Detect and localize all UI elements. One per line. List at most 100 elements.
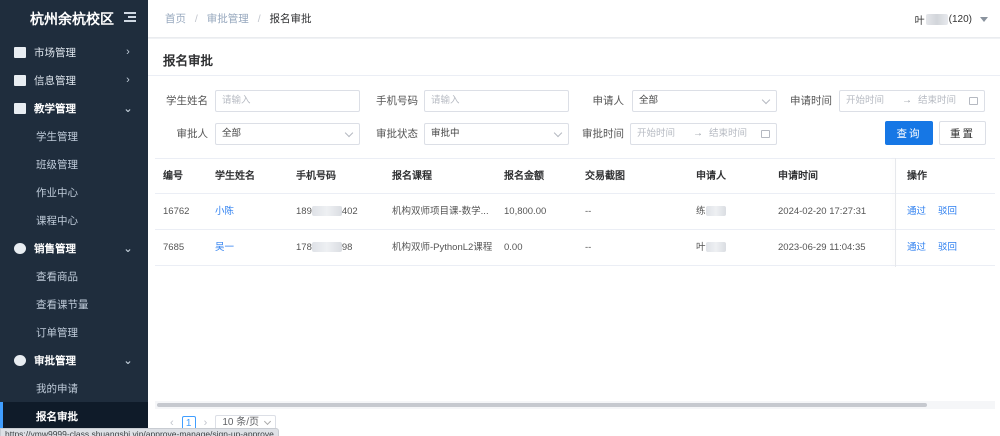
breadcrumb-home[interactable]: 首页 [165, 13, 186, 25]
approve-time-range[interactable]: 开始时间 → 结束时间 [630, 123, 777, 145]
menu-group-label: 信息管理 [34, 74, 76, 87]
cell-applicant: 练 [696, 194, 726, 230]
sidebar-item-classes[interactable]: 班级管理 [0, 150, 148, 178]
start-time-placeholder: 开始时间 [637, 128, 676, 139]
chevron-down-icon [553, 128, 563, 138]
status-label: 审批状态 [376, 128, 418, 140]
sidebar-item-lesson-count[interactable]: 查看课节量 [0, 290, 148, 318]
table-row: 7685 吴一 178 98 机构双师-PythonL2课程 0.00 -- 叶 … [155, 230, 995, 266]
table-header: 编号 学生姓名 手机号码 报名课程 报名金额 交易截图 申请人 申请时间 操作 [155, 158, 995, 194]
approve-link[interactable]: 通过 [907, 230, 926, 266]
chevron-down-icon: ⌄ [123, 354, 133, 367]
cell-course: 机构双师项目课-数学... [392, 206, 489, 217]
horizontal-scrollbar[interactable] [155, 401, 995, 409]
approve-link[interactable]: 通过 [907, 194, 926, 230]
divider [148, 75, 1000, 76]
approval-table: 编号 学生姓名 手机号码 报名课程 报名金额 交易截图 申请人 申请时间 操作 … [155, 158, 995, 267]
col-course: 报名课程 [392, 171, 432, 182]
menu-group-label: 销售管理 [34, 242, 76, 255]
chevron-right-icon: › [126, 74, 130, 86]
top-header: 首页 / 审批管理 / 报名审批 叶 (120) [148, 0, 1000, 38]
approver-select[interactable]: 全部 [215, 123, 360, 145]
col-time: 申请时间 [778, 171, 818, 182]
end-time-placeholder: 结束时间 [918, 95, 957, 106]
sidebar-item-homework[interactable]: 作业中心 [0, 178, 148, 206]
chevron-right-icon: › [126, 46, 130, 58]
fixed-column-divider [895, 158, 896, 267]
sidebar-item-signup-approval[interactable]: 报名审批 [0, 402, 148, 430]
breadcrumb-separator: / [194, 13, 198, 25]
cell-student-link[interactable]: 小陈 [215, 194, 234, 230]
document-icon [14, 74, 26, 86]
chevron-down-icon: ⌄ [123, 242, 133, 255]
sidebar-item-products[interactable]: 查看商品 [0, 262, 148, 290]
cell-applicant: 叶 [696, 230, 726, 266]
approve-time-label: 审批时间 [582, 128, 624, 140]
applicant-value: 全部 [639, 95, 659, 106]
sidebar-item-students[interactable]: 学生管理 [0, 122, 148, 150]
chevron-down-icon [761, 95, 771, 105]
sidebar-item-orders[interactable]: 订单管理 [0, 318, 148, 346]
phone-prefix: 178 [296, 242, 312, 253]
menu-group-approval[interactable]: 审批管理 ⌄ [0, 346, 148, 374]
apply-time-range[interactable]: 开始时间 → 结束时间 [839, 90, 985, 112]
approver-value: 全部 [222, 128, 242, 139]
col-amount: 报名金额 [504, 171, 544, 182]
page-title: 报名审批 [163, 54, 214, 68]
table-row: 16762 小陈 189 402 机构双师项目课-数学... 10,800.00 … [155, 194, 995, 230]
menu-group-teaching[interactable]: 教学管理 ⌄ [0, 94, 148, 122]
cell-screenshot: -- [585, 242, 592, 253]
calendar-icon [761, 130, 770, 138]
sidebar-item-courses[interactable]: 课程中心 [0, 206, 148, 234]
breadcrumb-separator: / [257, 13, 261, 25]
menu-group-info[interactable]: 信息管理 › [0, 66, 148, 94]
query-button[interactable]: 查询 [885, 121, 933, 145]
col-applicant: 申请人 [696, 171, 726, 182]
briefcase-icon [14, 46, 26, 58]
browser-status-url: https://ymw9999-class.shuangshi.vip/appr… [0, 428, 279, 436]
user-menu[interactable]: 叶 (120) [915, 12, 988, 27]
user-icon [14, 354, 26, 366]
sidebar-item-my-applications[interactable]: 我的申请 [0, 374, 148, 402]
col-student: 学生姓名 [215, 171, 255, 182]
redacted-phone [311, 242, 342, 253]
cell-id: 7685 [163, 242, 185, 253]
sidebar: 杭州余杭校区 市场管理 › 信息管理 › 教学管理 ⌄ 学生管理 班级管理 作业… [0, 0, 148, 436]
applicant-label: 申请人 [592, 95, 625, 107]
reset-button[interactable]: 重置 [939, 121, 986, 145]
col-actions: 操作 [907, 171, 927, 182]
menu-group-label: 审批管理 [34, 354, 76, 367]
menu-group-label: 教学管理 [34, 102, 76, 115]
chevron-down-icon: ⌄ [123, 102, 133, 115]
phone-label: 手机号码 [376, 95, 418, 107]
phone-prefix: 189 [296, 206, 312, 217]
status-select[interactable]: 审批中 [424, 123, 569, 145]
phone-input[interactable]: 请输入 [424, 90, 569, 112]
redacted-phone [311, 206, 342, 217]
redacted-applicant [705, 206, 726, 217]
phone-suffix: 402 [341, 206, 358, 217]
cell-phone: 178 98 [296, 230, 352, 266]
applicant-prefix: 叶 [696, 242, 706, 253]
applicant-prefix: 练 [696, 206, 706, 217]
reject-link[interactable]: 驳回 [938, 230, 957, 266]
menu-group-market[interactable]: 市场管理 › [0, 38, 148, 66]
col-id: 编号 [163, 171, 183, 182]
breadcrumb-current: 报名审批 [269, 13, 312, 25]
cell-time: 2024-02-20 17:27:31 [778, 206, 867, 217]
reject-link[interactable]: 驳回 [938, 194, 957, 230]
menu-fold-icon[interactable] [124, 12, 136, 23]
col-phone: 手机号码 [296, 171, 336, 182]
main-content: 报名审批 学生姓名 请输入 手机号码 请输入 申请人 全部 申请时间 开始时间 … [148, 39, 1000, 436]
scrollbar-thumb[interactable] [157, 403, 927, 407]
brand-title: 杭州余杭校区 [30, 11, 114, 27]
student-name-input[interactable]: 请输入 [215, 90, 360, 112]
cell-phone: 189 402 [296, 194, 358, 230]
breadcrumb-approval[interactable]: 审批管理 [207, 13, 249, 25]
range-arrow-icon: → [902, 95, 912, 106]
cell-course: 机构双师-PythonL2课程 [392, 242, 492, 253]
applicant-select[interactable]: 全部 [632, 90, 777, 112]
menu-group-sales[interactable]: 销售管理 ⌄ [0, 234, 148, 262]
cell-student-link[interactable]: 吴一 [215, 230, 234, 266]
globe-icon [14, 242, 26, 254]
